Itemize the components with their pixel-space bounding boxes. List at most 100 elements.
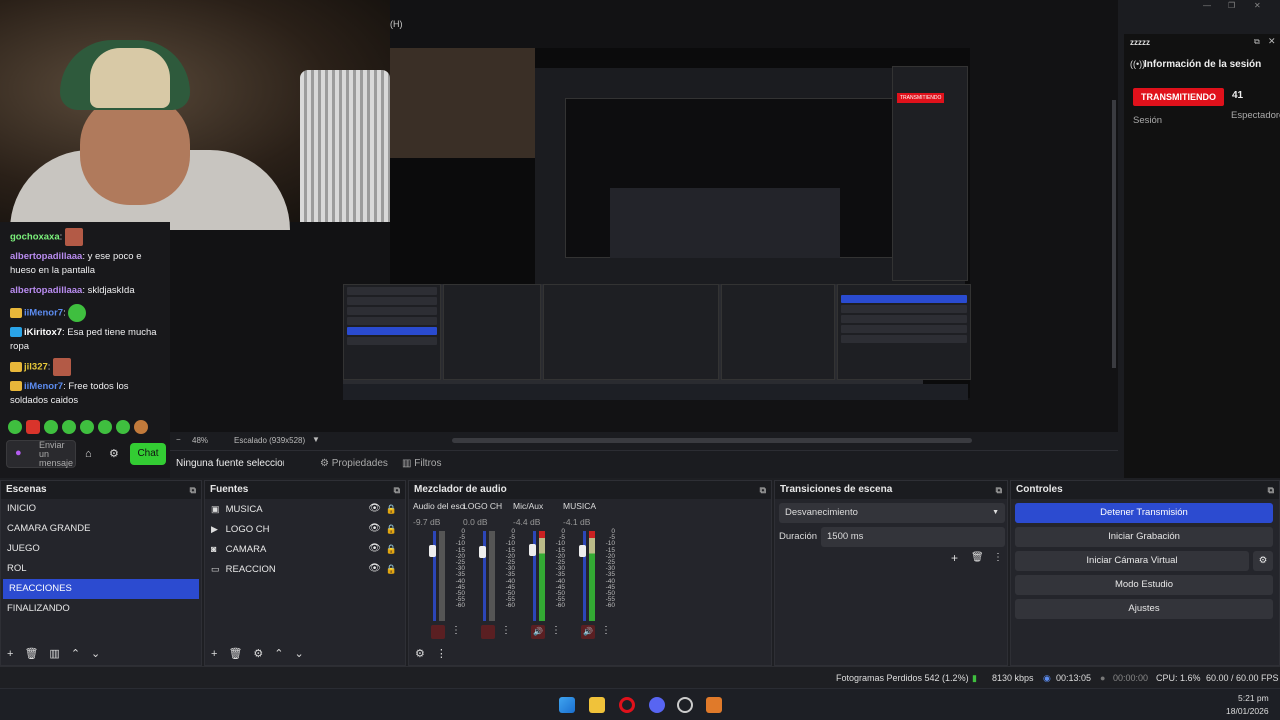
chevron-down-icon[interactable]: ⌄ [91,648,100,660]
scene-item[interactable]: FINALIZANDO [1,599,201,619]
more-icon[interactable]: ⋮ [501,625,511,636]
mixer-channel: LOGO CH 0.0 dB 0 -5 -10 -15 -20 -25 -30 -35 -40 -45… [463,501,515,646]
dock-close-icon[interactable]: ✕ [1268,36,1276,47]
chat-message: albertopadillaaa: y ese poco e hueso en … [10,251,142,276]
dock-float-icon[interactable]: ⧉ [394,481,400,499]
zoom-out-icon[interactable]: − [176,435,181,444]
chat-send-button[interactable]: Chat [130,443,166,465]
db-scale: 0 -5 -10 -15 -20 -25 -30 -35 -40 -45 -50 -55 -60 [605,528,615,610]
dock-float-icon[interactable]: ⧉ [996,481,1002,499]
dock-float-icon[interactable]: ⧉ [760,481,766,499]
scene-item[interactable]: CAMARA GRANDE [1,519,201,539]
opera-icon[interactable] [619,697,635,713]
add-icon[interactable]: + [951,551,958,565]
discord-icon[interactable] [649,697,665,713]
fader-handle[interactable] [479,546,486,559]
viewers-label: Espectadores [1231,110,1280,121]
restore-icon[interactable]: ❐ [1228,1,1235,10]
chevron-up-icon[interactable]: ⌃ [274,648,283,660]
dock-float-icon[interactable]: ⧉ [1268,481,1274,499]
mixer-settings-icon[interactable]: ⚙ [415,648,425,660]
start-recording-button[interactable]: Iniciar Grabación [1015,527,1273,547]
windows-taskbar: 5:21 pm 18/01/2026 [0,688,1280,720]
source-item[interactable]: ▭ REACCION 👁 🔒 [205,559,405,579]
session-header: Información de la sesión [1144,59,1262,70]
eye-icon[interactable]: 👁 [368,539,381,559]
scenes-title: Escenas [6,484,47,495]
speaker-icon[interactable]: 🔊 [581,625,595,639]
obs-icon[interactable] [677,697,693,713]
eye-icon[interactable]: 👁 [368,559,381,579]
emote-row[interactable] [8,420,152,437]
muted-speaker-icon[interactable] [431,625,445,639]
file-explorer-icon[interactable] [589,697,605,713]
fader-handle[interactable] [429,544,436,557]
more-icon[interactable]: ⋮ [551,625,561,636]
app-icon[interactable] [706,697,722,713]
add-icon[interactable]: + [211,648,217,660]
scene-item-selected[interactable]: REACCIONES [3,579,199,599]
vertical-scrollbar[interactable] [1112,100,1116,368]
monitor-icon: ▭ [211,564,220,574]
transition-select[interactable]: Desvanecimiento ▼ [779,503,1005,523]
store-icon[interactable]: ⌂ [85,448,92,460]
dock-title: zzzzz [1130,38,1150,47]
speaker-icon[interactable]: 🔊 [531,625,545,639]
gear-icon[interactable]: ⚙ [253,648,263,660]
start-virtual-camera-button[interactable]: Iniciar Cámara Virtual [1015,551,1249,571]
lock-icon[interactable]: 🔒 [386,539,397,559]
dock-float-icon[interactable]: ⧉ [1254,37,1260,47]
chat-input[interactable]: ● Enviar un mensaje [6,440,76,468]
scene-item[interactable]: INICIO [1,499,201,519]
more-icon[interactable]: ⋮ [436,648,447,660]
live-status-badge: TRANSMITIENDO [1133,88,1224,106]
studio-mode-button[interactable]: Modo Estudio [1015,575,1273,595]
lock-icon[interactable]: 🔒 [386,519,397,539]
eye-icon[interactable]: 👁 [368,519,381,539]
source-item[interactable]: ▣ MUSICA 👁 🔒 [205,499,405,519]
windows-start-icon[interactable] [559,697,575,713]
eye-icon[interactable]: 👁 [368,499,381,519]
trash-icon[interactable]: 🗑 [228,648,242,660]
properties-button[interactable]: ⚙ Propiedades [320,458,388,469]
trash-icon[interactable]: 🗑 [24,648,38,660]
menu-hint: (H) [390,19,403,29]
fader-handle[interactable] [579,545,586,558]
chevron-up-icon[interactable]: ⌃ [71,648,80,660]
duration-input[interactable]: 1500 ms [821,527,1005,547]
source-item[interactable]: ▶ LOGO CH 👁 🔒 [205,519,405,539]
volume-fader[interactable] [483,531,486,621]
minimize-icon[interactable]: — [1203,1,1211,10]
stop-stream-button[interactable]: Detener Transmisión [1015,503,1273,523]
source-item[interactable]: ◙ CAMARA 👁 🔒 [205,539,405,559]
filters-button[interactable]: ▥ Filtros [402,458,441,469]
chevron-down-icon[interactable]: ⌄ [295,648,304,660]
window-controls: — ❐ ✕ [1190,0,1280,14]
mic-icon[interactable]: ● [15,447,22,459]
settings-button[interactable]: Ajustes [1015,599,1273,619]
add-icon[interactable]: + [7,648,13,660]
horizontal-scrollbar[interactable] [452,438,972,443]
settings-gear-icon[interactable]: ⚙ [109,447,119,460]
lock-icon[interactable]: 🔒 [386,559,397,579]
more-icon[interactable]: ⋮ [601,625,611,636]
dock-float-icon[interactable]: ⧉ [190,481,196,499]
filter-icon[interactable]: ▥ [49,648,59,660]
close-icon[interactable]: ✕ [1254,1,1261,10]
virtual-camera-settings-gear-icon[interactable]: ⚙ [1253,551,1273,571]
scene-item[interactable]: JUEGO [1,539,201,559]
channel-name: Audio del escritorio [413,501,465,511]
audio-mixer-dock: Mezclador de audio ⧉ Audio del escritorio… [408,480,772,666]
fader-handle[interactable] [529,543,536,556]
more-icon[interactable]: ⋮ [451,625,461,636]
scaling-dropdown-icon[interactable]: ▼ [312,435,320,444]
cpu-usage: CPU: 1.6% [1156,673,1201,683]
more-icon[interactable]: ⋮ [993,552,1003,563]
scene-item[interactable]: ROL [1,559,201,579]
lock-icon[interactable]: 🔒 [386,499,397,519]
trash-icon[interactable]: 🗑 [971,552,984,563]
channel-db: -4.1 dB [563,517,591,527]
heater-image [300,70,390,222]
mixer-channel: Audio del escritorio-9.7 dB0-5-10-15-20-… [413,501,465,646]
muted-speaker-icon[interactable] [481,625,495,639]
